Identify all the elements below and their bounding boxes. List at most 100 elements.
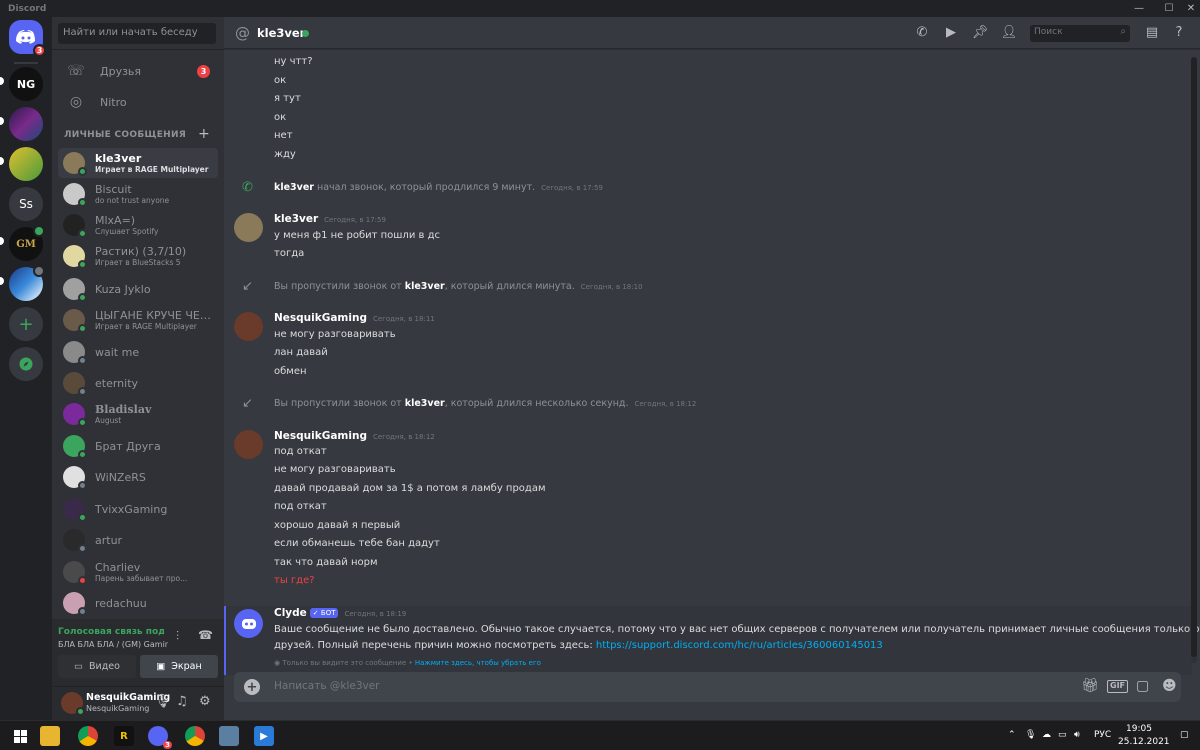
- discord-taskbar-icon[interactable]: 3: [148, 726, 172, 749]
- direct-messages-header: ЛИЧНЫЕ СООБЩЕНИЯ: [64, 130, 187, 140]
- server-neon[interactable]: [9, 107, 43, 141]
- notepad-icon[interactable]: [219, 726, 239, 746]
- avatar: [63, 435, 87, 459]
- speaker-icon[interactable]: 🔊︎: [1074, 730, 1080, 740]
- create-dm-button[interactable]: +: [198, 126, 210, 142]
- dm-item-biscuit[interactable]: Biscuit do not trust anyone: [58, 179, 218, 209]
- chrome-profile-icon[interactable]: [185, 726, 205, 746]
- message-author[interactable]: Clyde: [274, 607, 307, 619]
- support-link[interactable]: https://support.discord.com/hc/ru/articl…: [596, 640, 883, 651]
- chrome-icon[interactable]: [78, 726, 98, 746]
- dm-item-artur[interactable]: artur: [58, 525, 218, 555]
- dm-item-rastik[interactable]: Растик) (3,7/10) Играет в BlueStacks 5: [58, 241, 218, 271]
- status-online: [78, 229, 87, 238]
- message-text: не могу разговаривать: [274, 329, 396, 340]
- nitro-label: Nitro: [100, 95, 127, 109]
- voice-channel[interactable]: БЛА БЛА БЛА / (GM) Gaming: [58, 640, 168, 649]
- headphones-icon[interactable]: ♫: [176, 694, 188, 709]
- server-anime[interactable]: [9, 265, 45, 301]
- server-ss[interactable]: Ss: [9, 187, 43, 221]
- dm-item-charliev[interactable]: Charliev Парень забывает про...: [58, 557, 218, 587]
- upload-plus-icon[interactable]: +: [244, 679, 260, 695]
- message-author[interactable]: NesquikGaming: [274, 312, 367, 324]
- dismiss-message-link[interactable]: Нажмите здесь, чтобы убрать его: [415, 659, 541, 667]
- find-conversation-input[interactable]: Найти или начать беседу: [58, 23, 216, 44]
- timestamp: Сегодня, в 18:10: [580, 283, 643, 291]
- caller-name[interactable]: kle3ver: [405, 398, 445, 409]
- tray-overflow-icon[interactable]: ⌃: [1008, 730, 1016, 740]
- message-text: давай продавай дом за 1$ а потом я ламбу…: [274, 483, 546, 494]
- sticker-icon[interactable]: ▢: [1136, 678, 1149, 694]
- message-input[interactable]: Написать @kle3ver: [274, 680, 380, 692]
- rockstar-launcher-icon[interactable]: R: [114, 726, 134, 746]
- server-divider: [14, 62, 38, 64]
- battery-icon[interactable]: ▭: [1058, 730, 1067, 740]
- caller-name[interactable]: kle3ver: [274, 182, 314, 193]
- message-author[interactable]: NesquikGaming: [274, 430, 367, 442]
- minimize-button[interactable]: —: [1124, 0, 1154, 17]
- server-ng[interactable]: NG: [9, 67, 43, 101]
- bluestacks-icon[interactable]: ▶: [254, 726, 274, 746]
- message-author[interactable]: kle3ver: [274, 213, 318, 225]
- message-text: ну чтт?: [274, 56, 313, 67]
- friends-nav[interactable]: ☏ Друзья 3: [58, 57, 218, 85]
- inbox-icon[interactable]: ▤: [1143, 25, 1161, 40]
- explore-servers-button[interactable]: [9, 347, 43, 381]
- chat-header: @ kle3ver ✆ ▶ 📌︎ 👤︎ Поиск ⌕ ▤ ?: [224, 17, 1200, 49]
- windows-start-icon[interactable]: [10, 726, 30, 746]
- message-avatar[interactable]: [234, 312, 263, 341]
- discord-app: Discord — ☐ ✕ 3 NG Ss GM + Найти или нач…: [0, 0, 1200, 750]
- screen-button[interactable]: ▣ Экран: [140, 655, 218, 678]
- file-explorer-icon[interactable]: [40, 726, 60, 746]
- dm-item-kuza[interactable]: Kuza Jyklo: [58, 274, 218, 304]
- dm-item-redachuu[interactable]: redachuu: [58, 588, 218, 618]
- noise-suppression-icon[interactable]: ⫶: [176, 629, 179, 644]
- avatar: [63, 592, 87, 616]
- pin-icon[interactable]: 📌︎: [971, 25, 989, 40]
- clock-date[interactable]: 25.12.2021: [1118, 737, 1170, 747]
- onedrive-icon[interactable]: ☁: [1042, 730, 1051, 740]
- voice-status: Голосовая связь подключена: [58, 627, 164, 637]
- language-indicator[interactable]: РУС: [1094, 730, 1111, 740]
- dm-item-winzers[interactable]: WiNZeRS: [58, 462, 218, 492]
- unread-pill: [0, 157, 4, 165]
- gif-button[interactable]: GIF: [1107, 680, 1129, 693]
- dm-item-bladislav[interactable]: Bladislav August: [58, 399, 218, 429]
- dm-item-tsygane[interactable]: ЦЫГАНЕ КРУЧЕ ЧЕРНЫХИграет в RAGE Multipl…: [58, 305, 218, 335]
- dm-item-brat-druga[interactable]: Брат Друга: [58, 431, 218, 461]
- caller-name[interactable]: kle3ver: [405, 281, 445, 292]
- emoji-icon[interactable]: ☻: [1162, 678, 1177, 694]
- clyde-avatar[interactable]: [234, 609, 263, 638]
- header-search-input[interactable]: Поиск ⌕: [1030, 25, 1130, 42]
- settings-gear-icon[interactable]: ⚙: [199, 694, 211, 709]
- dm-item-mixa[interactable]: MlxA=) Слушает Spotify: [58, 210, 218, 240]
- server-cartoon[interactable]: [9, 147, 43, 181]
- message-avatar[interactable]: [234, 213, 263, 242]
- add-server-button[interactable]: +: [9, 307, 43, 341]
- microphone-icon[interactable]: 🎙︎: [154, 694, 171, 709]
- clock-time[interactable]: 19:05: [1126, 724, 1152, 734]
- dm-item-kle3ver[interactable]: kle3ver Играет в RAGE Multiplayer: [58, 148, 218, 178]
- disconnect-icon[interactable]: ☎: [198, 628, 213, 642]
- home-button[interactable]: 3: [9, 20, 46, 57]
- clyde-message: Clyde ✓ БОТ Сегодня, в 18:19 Ваше сообщени…: [224, 606, 1200, 675]
- user-avatar[interactable]: [61, 692, 85, 716]
- server-gm[interactable]: GM: [9, 225, 45, 261]
- notifications-icon[interactable]: ▢: [1180, 730, 1189, 740]
- video-call-icon[interactable]: ▶: [942, 25, 960, 40]
- dm-item-eternity[interactable]: eternity: [58, 368, 218, 398]
- tray-mic-icon[interactable]: 🎙︎: [1025, 730, 1036, 740]
- scrollbar-thumb[interactable]: [1191, 57, 1197, 657]
- dm-item-wait-me[interactable]: wait me: [58, 337, 218, 367]
- message-avatar[interactable]: [234, 430, 263, 459]
- add-friend-icon[interactable]: 👤︎: [1000, 25, 1018, 40]
- nitro-nav[interactable]: ◎ Nitro: [58, 88, 218, 116]
- video-button[interactable]: ▭ Видео: [58, 655, 136, 678]
- close-button[interactable]: ✕: [1176, 0, 1200, 17]
- dm-item-tvixxgaming[interactable]: TvixxGaming: [58, 494, 218, 524]
- help-icon[interactable]: ?: [1170, 25, 1188, 40]
- timestamp: Сегодня, в 18:12: [372, 433, 435, 441]
- voice-call-icon[interactable]: ✆: [913, 25, 931, 40]
- message-scrollbar[interactable]: [1191, 57, 1197, 663]
- gift-icon[interactable]: 🎁︎: [1081, 678, 1099, 694]
